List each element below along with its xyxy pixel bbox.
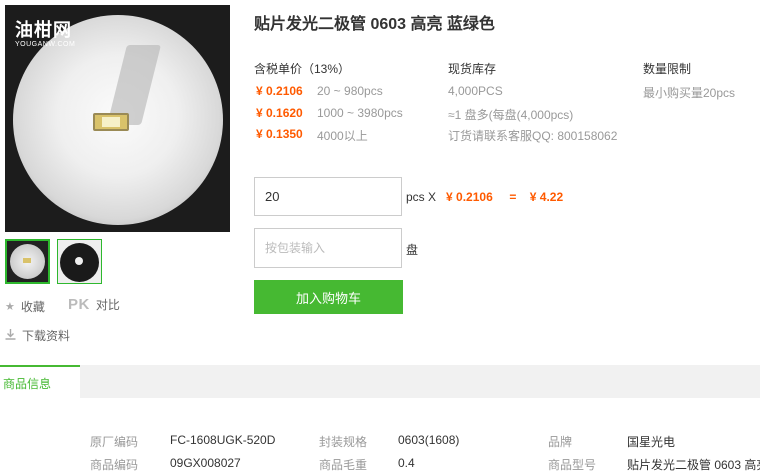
tier-range: 4000以上 xyxy=(317,129,368,143)
spec-key: 商品编码 xyxy=(90,458,139,472)
price-calculation: pcs X ¥ 0.2106 = ¥ 4.22 xyxy=(406,190,563,204)
led-chip xyxy=(93,113,129,131)
package-input[interactable] xyxy=(254,228,402,268)
pricing-header: 含税单价（13%） xyxy=(254,62,351,76)
tier-price: ¥ 0.1620 xyxy=(256,106,303,120)
stock-reel: ≈1 盘多(每盘(4,000pcs) xyxy=(448,108,574,122)
stock-quantity: 4,000PCS xyxy=(448,84,503,98)
tier-price: ¥ 0.1350 xyxy=(256,127,303,141)
download-icon xyxy=(5,328,16,343)
favorite-button[interactable]: ★ 收藏 xyxy=(5,298,45,315)
product-title: 贴片发光二极管 0603 高亮 蓝绿色 xyxy=(254,16,495,33)
spec-value: FC-1608UGK-520D xyxy=(170,433,276,447)
spec-value: 国星光电 xyxy=(627,435,676,449)
tier-range: 1000 ~ 3980pcs xyxy=(317,106,403,120)
spec-value-cell: 0.4 xyxy=(398,456,415,470)
spec-key: 原厂编码 xyxy=(90,435,139,449)
thumbnail-1[interactable] xyxy=(5,239,50,284)
spec-value-cell: FC-1608UGK-520D xyxy=(170,433,275,447)
unit-price: ¥ 0.2106 xyxy=(446,190,493,204)
compare-button[interactable]: PK 对比 xyxy=(68,296,120,313)
qty-unit: pcs X xyxy=(406,190,437,204)
tier-price: ¥ 0.2106 xyxy=(256,84,303,98)
spec-key-cell: 封装规格 xyxy=(319,433,367,450)
tab-product-info[interactable]: 商品信息 xyxy=(0,365,80,398)
total-price: ¥ 4.22 xyxy=(529,190,564,204)
spec-key: 品牌 xyxy=(548,435,573,449)
stock-order-note: 订货请联系客服QQ: 800158062 xyxy=(448,129,618,143)
compare-label: 对比 xyxy=(95,298,120,312)
watermark-name: 油柑网 xyxy=(15,20,72,40)
download-button[interactable]: 下载资料 xyxy=(5,327,70,344)
favorite-label: 收藏 xyxy=(20,300,45,314)
spec-key-cell: 商品型号 xyxy=(548,456,596,473)
limit-header: 数量限制 xyxy=(643,62,692,76)
download-label: 下载资料 xyxy=(22,329,71,343)
quantity-input[interactable] xyxy=(254,177,402,216)
pk-icon: PK xyxy=(68,296,90,313)
spec-key-cell: 商品毛重 xyxy=(319,456,367,473)
add-to-cart-button[interactable]: 加入购物车 xyxy=(254,280,403,314)
spec-key: 商品毛重 xyxy=(319,458,368,472)
limit-min: 最小购买量20pcs xyxy=(643,86,736,100)
watermark-domain: YOUGANW.COM xyxy=(15,41,76,48)
spec-value: 09GX008027 xyxy=(170,456,241,470)
spec-value: 0603(1608) xyxy=(398,433,460,447)
tab-bar: 商品信息 xyxy=(0,365,760,398)
tier-range: 20 ~ 980pcs xyxy=(317,84,383,98)
equals-sign: = xyxy=(509,190,517,204)
spec-key-cell: 商品编码 xyxy=(90,456,138,473)
watermark-logo: 油柑网 YOUGANW.COM xyxy=(15,20,75,49)
star-icon: ★ xyxy=(5,301,15,313)
spec-value-cell: 0603(1608) xyxy=(398,433,459,447)
spec-value: 贴片发光二极管 0603 高亮 xyxy=(627,458,760,472)
spec-value-cell: 贴片发光二极管 0603 高亮 xyxy=(627,456,760,473)
spec-value-cell: 国星光电 xyxy=(627,433,675,450)
spec-key-cell: 品牌 xyxy=(548,433,572,450)
spec-key: 封装规格 xyxy=(319,435,368,449)
spec-value: 0.4 xyxy=(398,456,415,470)
spec-value-cell: 09GX008027 xyxy=(170,456,241,470)
package-unit: 盘 xyxy=(406,243,419,257)
spec-row: 原厂编码 xyxy=(90,433,138,450)
thumbnail-2[interactable] xyxy=(57,239,102,284)
spec-key: 商品型号 xyxy=(548,458,597,472)
stock-header: 现货库存 xyxy=(448,62,497,76)
product-main-image: 油柑网 YOUGANW.COM xyxy=(5,5,230,232)
